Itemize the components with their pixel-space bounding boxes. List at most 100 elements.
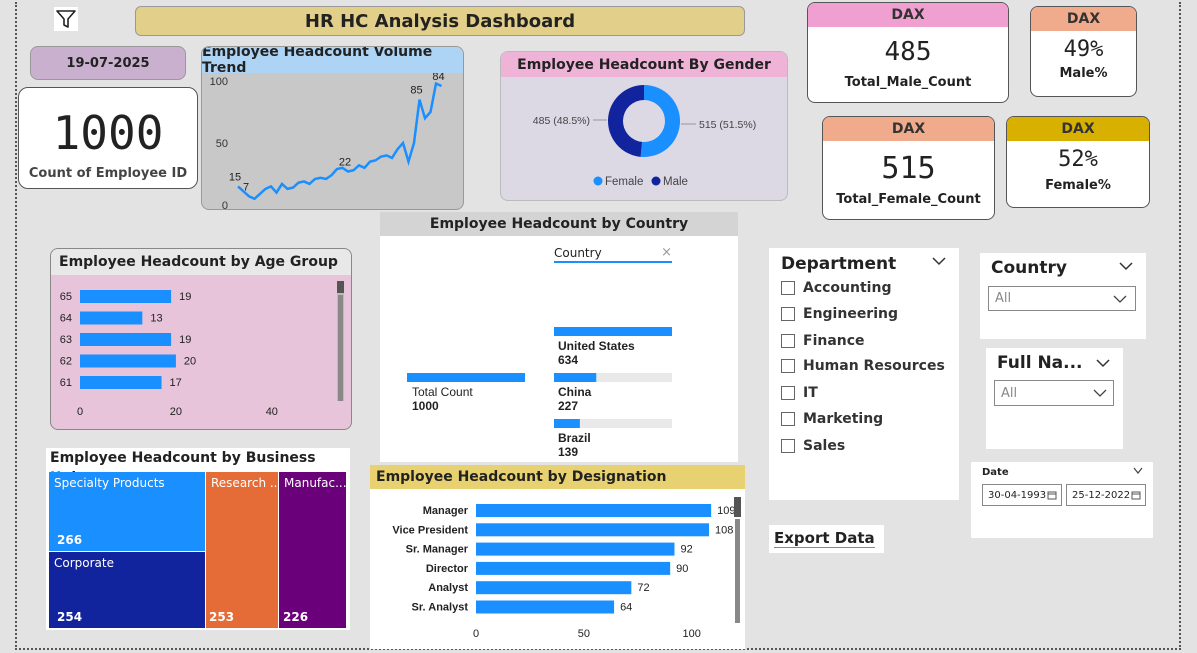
export-data-button[interactable]: Export Data [769, 525, 884, 553]
checkbox[interactable] [781, 359, 795, 373]
trend-series-line [237, 81, 443, 201]
date-to-value: 25-12-2022 [1072, 489, 1131, 501]
tree-node-value: 139 [558, 445, 578, 459]
headcount-trend-chart[interactable]: Employee Headcount Volume Trend 05010020… [201, 46, 464, 210]
legend-label: Male [663, 176, 688, 188]
trend-data-label: 84 [432, 73, 444, 83]
dashboard-title: HR HC Analysis Dashboard [135, 6, 745, 36]
employee-count-value: 1000 [52, 106, 164, 160]
designation-bar-chart[interactable]: Employee Headcount by Designation Manage… [370, 465, 745, 649]
female-count-value: 515 [881, 151, 936, 186]
employee-count-card: 1000 Count of Employee ID [18, 87, 198, 189]
tile-label: Manufac... [284, 476, 346, 490]
designation-bar [476, 523, 709, 537]
chevron-down-icon[interactable] [1119, 261, 1133, 271]
tile-value: 253 [209, 610, 235, 624]
tile-label: Corporate [54, 556, 114, 570]
full-name-slicer[interactable]: Full Na... All [986, 348, 1123, 449]
tree-bar [554, 327, 672, 336]
age-data-label: 13 [150, 313, 162, 325]
trend-y-tick: 50 [216, 138, 228, 150]
female-count-label: Total_Female_Count [836, 192, 981, 207]
country-tree-plot: Total Count1000 United States634 China227 B… [407, 327, 672, 459]
chevron-down-icon[interactable] [1096, 358, 1110, 368]
age-data-label: 20 [184, 356, 196, 368]
department-option[interactable]: Engineering [781, 306, 898, 322]
business-unit-title: Employee Headcount by Business Unit [46, 448, 350, 486]
designation-scrollbar[interactable] [734, 497, 741, 623]
option-label: IT [803, 385, 818, 401]
filter-icon[interactable] [54, 7, 78, 31]
age-chart-scrollbar[interactable] [337, 281, 344, 401]
calendar-icon[interactable] [1131, 490, 1141, 500]
country-decomposition-tree[interactable]: Employee Headcount by Country Country × … [380, 212, 738, 462]
employee-count-label: Count of Employee ID [28, 166, 188, 181]
country-dropdown[interactable]: All [988, 286, 1136, 311]
date-to-input[interactable]: 25-12-2022 [1066, 484, 1146, 506]
designation-bar [476, 542, 675, 556]
age-x-tick: 0 [77, 406, 83, 418]
age-category-label: 63 [60, 334, 72, 346]
male-count-value: 485 [884, 37, 932, 67]
dax-card-female-percent: DAX 52% Female% [1006, 116, 1150, 208]
treemap-tile[interactable]: Manufac... 226 [279, 472, 346, 628]
department-slicer[interactable]: Department Accounting Engineering Financ… [769, 248, 959, 500]
checkbox[interactable] [781, 439, 795, 453]
department-option[interactable]: IT [781, 385, 818, 401]
date-from-input[interactable]: 30-04-1993 [982, 484, 1062, 506]
department-option[interactable]: Human Resources [781, 358, 945, 374]
designation-chart-plot: Manager 109 Vice President 108 Sr. Manager 92… [392, 504, 736, 640]
department-option[interactable]: Accounting [781, 280, 891, 296]
checkbox[interactable] [781, 386, 795, 400]
date-from-value: 30-04-1993 [988, 489, 1047, 501]
chevron-down-icon [1093, 389, 1107, 397]
option-label: Sales [803, 438, 846, 454]
trend-data-label: 22 [339, 157, 351, 169]
gender-donut-chart[interactable]: Employee Headcount By Gender 515 (51.5%)… [500, 51, 788, 201]
checkbox[interactable] [781, 307, 795, 321]
age-chart-plot: 65 19 64 13 63 19 62 20 61 17 0 20 40 [60, 290, 278, 418]
dax-card-header: DAX [1007, 117, 1149, 141]
tile-value: 226 [283, 610, 309, 624]
full-name-dropdown[interactable]: All [994, 380, 1114, 406]
department-option[interactable]: Marketing [781, 411, 883, 427]
designation-x-tick: 50 [578, 628, 590, 640]
checkbox[interactable] [781, 412, 795, 426]
designation-data-label: 108 [715, 524, 733, 536]
tree-node-value: 634 [558, 353, 578, 367]
designation-chart-title: Employee Headcount by Designation [370, 465, 745, 489]
checkbox[interactable] [781, 334, 795, 348]
treemap-tile[interactable]: Corporate 254 [49, 552, 205, 628]
age-category-label: 62 [60, 356, 72, 368]
department-option[interactable]: Sales [781, 438, 845, 454]
age-category-label: 64 [60, 313, 72, 325]
male-percent-value: 49% [1063, 37, 1104, 62]
option-label: Marketing [803, 411, 884, 427]
calendar-icon[interactable] [1047, 490, 1057, 500]
country-slicer[interactable]: Country All [980, 253, 1146, 339]
trend-chart-title: Employee Headcount Volume Trend [202, 47, 463, 76]
date-range-slicer[interactable]: Date 30-04-1993 25-12-2022 [971, 462, 1153, 538]
country-chart-title: Employee Headcount by Country [380, 212, 738, 236]
age-group-chart[interactable]: Employee Headcount by Age Group 65 19 64 13… [50, 248, 352, 430]
chevron-down-icon[interactable] [932, 256, 946, 266]
option-label: Finance [803, 333, 865, 349]
tree-bar [554, 419, 580, 428]
age-x-tick: 20 [170, 406, 182, 418]
tree-bar [554, 373, 597, 382]
business-unit-treemap[interactable]: Employee Headcount by Business Unit Spec… [46, 448, 350, 630]
chevron-down-icon[interactable] [1133, 467, 1143, 475]
department-option[interactable]: Finance [781, 333, 865, 349]
donut-slice-male [608, 85, 644, 157]
designation-bar [476, 581, 632, 595]
treemap-tile[interactable]: Specialty Products 266 [49, 472, 205, 551]
treemap-tile[interactable]: Research ... 253 [206, 472, 278, 628]
trend-y-tick: 0 [222, 200, 228, 210]
designation-label: Analyst [428, 582, 468, 594]
designation-data-label: 90 [676, 563, 688, 575]
age-data-label: 19 [179, 334, 191, 346]
tree-node-label: Brazil [558, 431, 591, 445]
checkbox[interactable] [781, 281, 795, 295]
age-bar [80, 354, 176, 368]
female-percent-label: Female% [1045, 178, 1111, 193]
